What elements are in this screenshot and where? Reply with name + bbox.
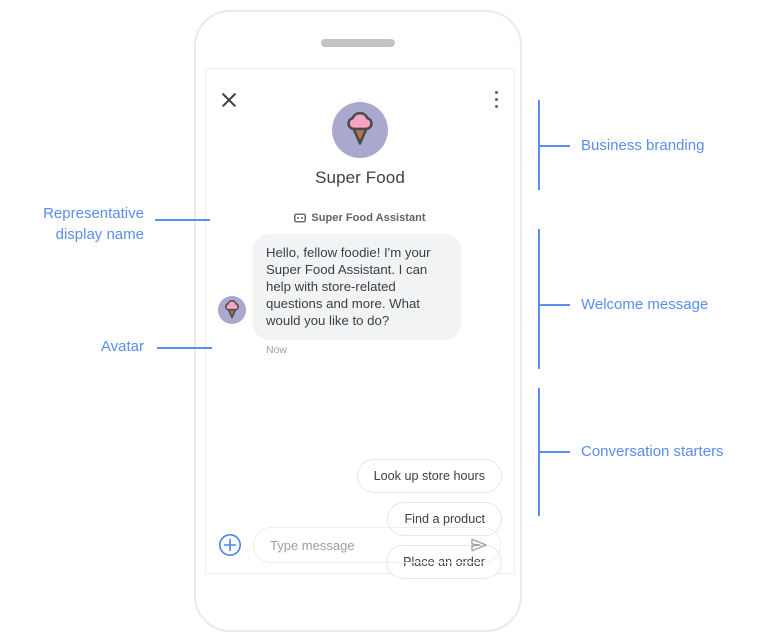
representative-name: Super Food Assistant — [311, 212, 426, 224]
screenshot-stage: Super Food Super Food Assistant Hello, f… — [0, 0, 770, 640]
annotation-label-welcome-message: Welcome message — [581, 296, 709, 313]
annotation-tick-business-branding — [538, 145, 570, 147]
welcome-message-bubble: Hello, fellow foodie! I'm your Super Foo… — [253, 234, 461, 340]
message-timestamp: Now — [266, 344, 288, 356]
welcome-message: Hello, fellow foodie! I'm your Super Foo… — [218, 234, 502, 356]
annotation-label-business-branding: Business branding — [581, 137, 705, 154]
plus-circle-icon[interactable] — [218, 533, 242, 557]
bot-icon — [294, 213, 307, 223]
annotation-bracket-welcome-message — [538, 229, 540, 369]
business-name: Super Food — [315, 168, 405, 187]
annotation-label-avatar: Avatar — [100, 338, 144, 355]
annotation-tick-conversation-starters — [538, 451, 570, 453]
message-row: Hello, fellow foodie! I'm your Super Foo… — [218, 234, 502, 340]
message-composer — [206, 517, 514, 573]
ice-cream-avatar-icon — [218, 296, 246, 324]
annotation-leader-avatar — [157, 347, 212, 349]
annotation-label-conversation-starters: Conversation starters — [581, 443, 724, 460]
send-icon[interactable] — [469, 535, 489, 555]
ice-cream-logo-icon — [332, 102, 388, 158]
message-input-pill[interactable] — [253, 527, 501, 563]
message-input[interactable] — [268, 536, 469, 554]
chat-widget-card: Super Food Super Food Assistant Hello, f… — [205, 68, 515, 579]
annotation-tick-welcome-message — [538, 304, 570, 306]
annotation-leader-representative-display-name — [155, 219, 210, 221]
representative-display-name-row: Super Food Assistant — [206, 212, 514, 224]
phone-speaker-icon — [321, 39, 395, 47]
annotation-label-representative-display-name: Representative display name — [43, 205, 144, 243]
conversation-starter-chip[interactable]: Look up store hours — [356, 459, 502, 493]
business-branding: Super Food — [206, 102, 514, 188]
